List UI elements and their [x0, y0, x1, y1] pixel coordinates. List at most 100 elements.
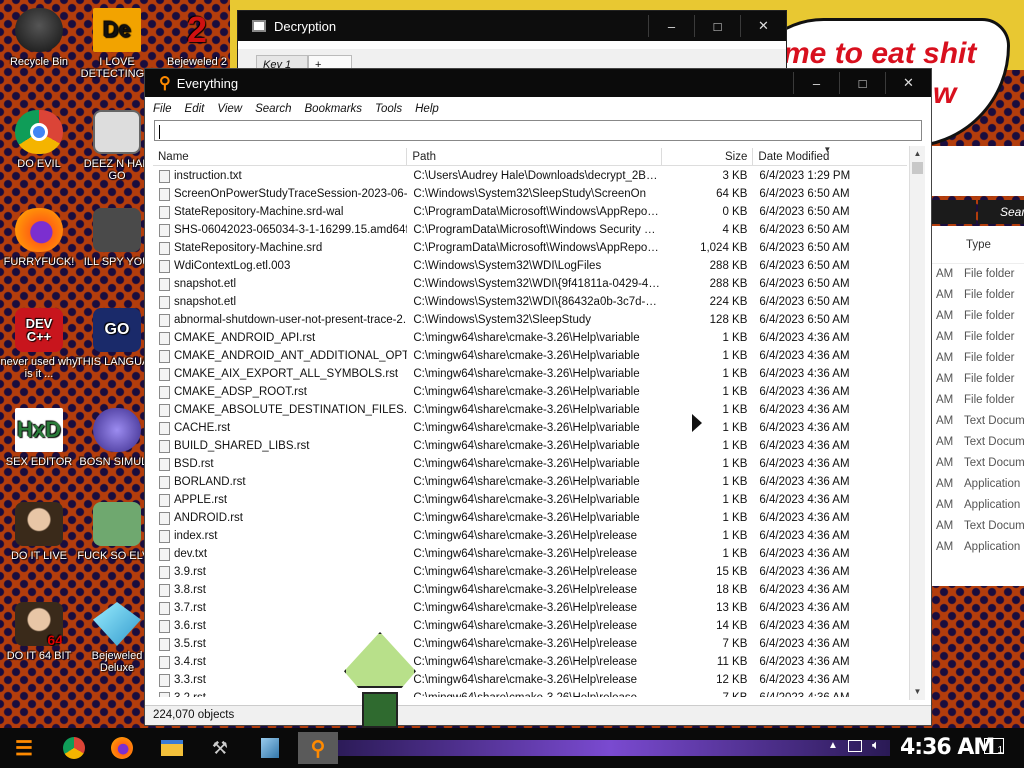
everything-titlebar[interactable]: ⚲ Everything – □ ✕ — [145, 69, 931, 97]
explorer-row[interactable]: AM Application — [928, 495, 1024, 516]
file-name-cell: ScreenOnPowerStudyTraceSession-2023-06-0… — [153, 185, 407, 203]
maximize-button[interactable]: □ — [839, 72, 885, 94]
explorer-row[interactable]: AM File folder — [928, 264, 1024, 285]
file-row[interactable]: 3.9.rst C:\mingw64\share\cmake-3.26\Help\… — [153, 563, 907, 581]
file-size-cell: 1 KB — [722, 368, 748, 380]
file-row[interactable]: index.rst C:\mingw64\share\cmake-3.26\Hel… — [153, 527, 907, 545]
file-row[interactable]: ScreenOnPowerStudyTraceSession-2023-06-0… — [153, 185, 907, 203]
file-row[interactable]: CMAKE_ABSOLUTE_DESTINATION_FILES.rst C:\m… — [153, 401, 907, 419]
desktop-icon-do-it-live[interactable]: DO IT LIVE — [0, 502, 82, 562]
start-icon[interactable]: ☰ — [4, 732, 44, 764]
file-explorer-icon[interactable] — [152, 732, 192, 764]
desktop-icon-sex-editor[interactable]: HxD SEX EDITOR — [0, 408, 82, 468]
explorer-row[interactable]: AM File folder — [928, 285, 1024, 306]
desktop-icon-label: DO EVIL — [17, 158, 61, 170]
file-row[interactable]: instruction.txt C:\Users\Audrey Hale\Down… — [153, 167, 907, 185]
menu-file[interactable]: File — [153, 103, 172, 115]
explorer-row[interactable]: AM File folder — [928, 327, 1024, 348]
file-row[interactable]: BSD.rst C:\mingw64\share\cmake-3.26\Help\… — [153, 455, 907, 473]
file-row[interactable]: CMAKE_ADSP_ROOT.rst C:\mingw64\share\cmak… — [153, 383, 907, 401]
close-button[interactable]: ✕ — [740, 15, 786, 37]
explorer-row[interactable]: AM Text Docum — [928, 411, 1024, 432]
close-button[interactable]: ✕ — [885, 72, 931, 94]
file-row[interactable]: CACHE.rst C:\mingw64\share\cmake-3.26\Hel… — [153, 419, 907, 437]
scroll-down-arrow-icon[interactable]: ▼ — [910, 684, 925, 700]
everything-search-icon[interactable]: ⚲ — [298, 732, 338, 764]
taskbar-clock[interactable]: 4:36 AM — [900, 735, 995, 760]
desktop-icon-do-it-64-bit[interactable]: 64 DO IT 64 BIT — [0, 602, 82, 662]
menu-bookmarks[interactable]: Bookmarks — [305, 103, 363, 115]
file-row[interactable]: BUILD_SHARED_LIBS.rst C:\mingw64\share\cm… — [153, 437, 907, 455]
file-row[interactable]: dev.txt C:\mingw64\share\cmake-3.26\Help\… — [153, 545, 907, 563]
file-row[interactable]: snapshot.etl C:\Windows\System32\WDI\{9f4… — [153, 275, 907, 293]
explorer-row[interactable]: AM File folder — [928, 306, 1024, 327]
file-row[interactable]: CMAKE_ANDROID_ANT_ADDITIONAL_OPTIO... C:\… — [153, 347, 907, 365]
file-row[interactable]: 3.3.rst C:\mingw64\share\cmake-3.26\Help\… — [153, 671, 907, 689]
chrome-icon[interactable] — [54, 732, 94, 764]
desktop-icon-bejeweled-2[interactable]: 2 Bejeweled 2 — [154, 8, 240, 69]
desktop-icon-devcpp[interactable]: DEV C++ never used why is it ... — [0, 308, 82, 380]
file-row[interactable]: StateRepository-Machine.srd-wal C:\Progra… — [153, 203, 907, 221]
file-row[interactable]: 3.4.rst C:\mingw64\share\cmake-3.26\Help\… — [153, 653, 907, 671]
file-row[interactable]: 3.5.rst C:\mingw64\share\cmake-3.26\Help\… — [153, 635, 907, 653]
file-row[interactable]: 3.7.rst C:\mingw64\share\cmake-3.26\Help\… — [153, 599, 907, 617]
file-path-cell: C:\mingw64\share\cmake-3.26\Help\release — [413, 656, 638, 668]
vertical-scrollbar[interactable]: ▲ ▼ — [909, 146, 925, 700]
sort-descending-icon: ▼ — [823, 145, 832, 154]
file-row[interactable]: CMAKE_AIX_EXPORT_ALL_SYMBOLS.rst C:\mingw… — [153, 365, 907, 383]
volume-icon[interactable]: 🔈︎ — [872, 737, 880, 753]
file-row[interactable]: StateRepository-Machine.srd C:\ProgramDat… — [153, 239, 907, 257]
explorer-row[interactable]: AM File folder — [928, 348, 1024, 369]
file-row[interactable]: SHS-06042023-065034-3-1-16299.15.amd64f.… — [153, 221, 907, 239]
scroll-up-arrow-icon[interactable]: ▲ — [910, 146, 925, 162]
pickaxe-icon[interactable]: ⚒ — [200, 732, 240, 764]
network-icon[interactable] — [848, 740, 862, 752]
explorer-type-header[interactable]: Type — [928, 226, 1024, 264]
file-row[interactable]: ANDROID.rst C:\mingw64\share\cmake-3.26\H… — [153, 509, 907, 527]
decryption-titlebar[interactable]: Decryption – □ ✕ — [238, 11, 786, 41]
explorer-row[interactable]: AM Text Docum — [928, 432, 1024, 453]
file-row[interactable]: BORLAND.rst C:\mingw64\share\cmake-3.26\H… — [153, 473, 907, 491]
file-row[interactable]: snapshot.etl C:\Windows\System32\WDI\{864… — [153, 293, 907, 311]
column-header-name[interactable]: Name — [153, 148, 408, 165]
desktop-icon-furryfuck[interactable]: FURRYFUCK! — [0, 208, 82, 268]
notepad-icon[interactable] — [250, 732, 290, 764]
maximize-button[interactable]: □ — [694, 15, 740, 37]
column-header-date-modified[interactable]: Date Modified ▼ — [753, 145, 907, 165]
explorer-row[interactable]: AM File folder — [928, 390, 1024, 411]
file-size-cell: 11 KB — [716, 656, 748, 668]
column-header-path[interactable]: Path — [407, 148, 662, 165]
firefox-icon[interactable] — [102, 732, 142, 764]
file-row[interactable]: abnormal-shutdown-user-not-present-trace… — [153, 311, 907, 329]
search-input[interactable] — [154, 120, 922, 141]
file-row[interactable]: 3.2.rstC:\mingw64\share\cmake-3.26\Help\… — [153, 689, 907, 697]
explorer-search-box[interactable] — [932, 200, 976, 224]
file-row[interactable]: 3.8.rst C:\mingw64\share\cmake-3.26\Help\… — [153, 581, 907, 599]
file-row[interactable]: WdiContextLog.etl.003 C:\Windows\System32… — [153, 257, 907, 275]
file-row[interactable]: APPLE.rst C:\mingw64\share\cmake-3.26\Hel… — [153, 491, 907, 509]
menu-search[interactable]: Search — [255, 103, 291, 115]
explorer-row[interactable]: AM File folder — [928, 369, 1024, 390]
desktop-icon-recycle-bin[interactable]: Recycle Bin — [0, 8, 82, 68]
minimize-button[interactable]: – — [648, 15, 694, 37]
explorer-row-type: File folder — [964, 289, 1015, 301]
column-header-size[interactable]: Size — [662, 148, 754, 165]
menu-tools[interactable]: Tools — [375, 103, 402, 115]
minimize-button[interactable]: – — [793, 72, 839, 94]
explorer-row[interactable]: AM Text Docum — [928, 453, 1024, 474]
explorer-row[interactable]: AM Text Docum — [928, 516, 1024, 537]
file-row[interactable]: 3.6.rst C:\mingw64\share\cmake-3.26\Help\… — [153, 617, 907, 635]
explorer-row[interactable]: AM Application — [928, 537, 1024, 558]
file-date-cell: 6/4/2023 4:36 AM — [759, 332, 850, 344]
spy-tool-icon — [93, 208, 141, 252]
file-date-cell: 6/4/2023 4:36 AM — [759, 638, 850, 650]
menu-view[interactable]: View — [217, 103, 242, 115]
desktop-icon-do-evil[interactable]: DO EVIL — [0, 110, 82, 170]
explorer-row[interactable]: AM Application — [928, 474, 1024, 495]
show-hidden-icons-icon[interactable]: ▲ — [828, 740, 838, 751]
scrollbar-thumb[interactable] — [912, 162, 923, 174]
menu-edit[interactable]: Edit — [185, 103, 205, 115]
file-row[interactable]: CMAKE_ANDROID_API.rst C:\mingw64\share\cm… — [153, 329, 907, 347]
menu-help[interactable]: Help — [415, 103, 439, 115]
file-path-cell: C:\mingw64\share\cmake-3.26\Help\variabl… — [413, 404, 640, 416]
